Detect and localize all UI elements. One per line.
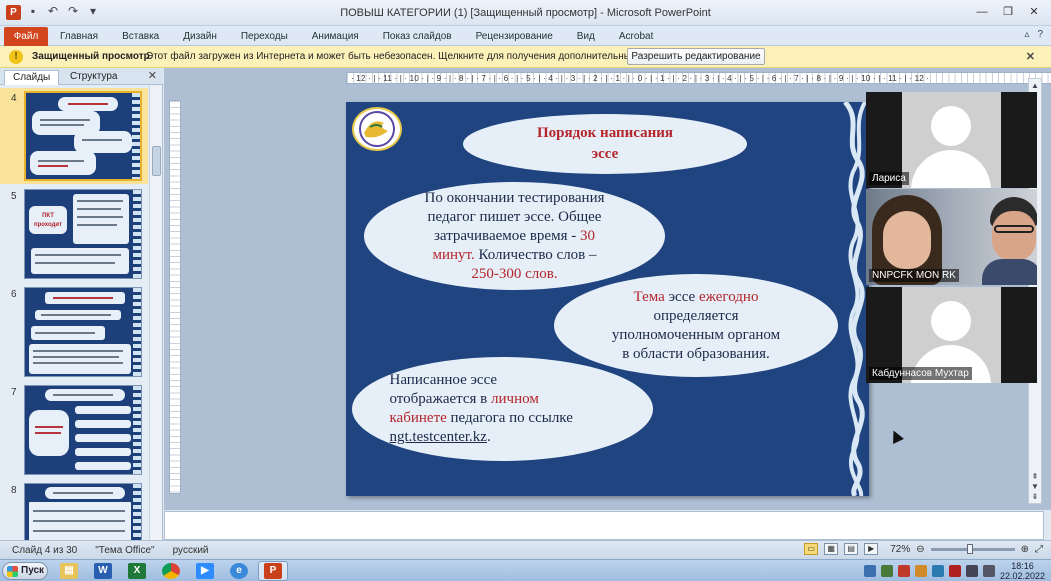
minimize-icon[interactable]: —: [971, 4, 993, 20]
protected-view-title: Защищенный просмотр: [32, 51, 150, 62]
slide-sorter-icon[interactable]: ▦: [824, 543, 839, 555]
security-icon[interactable]: [897, 565, 910, 577]
thumbnails-scrollbar[interactable]: [149, 86, 162, 540]
enable-editing-button[interactable]: Разрешить редактирование: [627, 48, 765, 65]
video-tile-kabdunnasov[interactable]: Кабдуннасов Мухтар: [866, 287, 1037, 383]
start-button[interactable]: Пуск: [2, 562, 48, 580]
close-icon[interactable]: ✕: [1026, 50, 1035, 63]
zoom-out-icon[interactable]: ⊖: [916, 544, 924, 555]
fit-to-window-icon[interactable]: ⤢: [1035, 544, 1043, 555]
essay-cabinet-ellipse: Написанное эссе отображается в личном ка…: [352, 357, 653, 461]
slide-thumbnails: 4 5 ПКТ проходит 6 7 8: [0, 86, 148, 540]
ornament-border: [841, 102, 869, 496]
theme-name[interactable]: "Тема Office": [95, 545, 154, 556]
language-indicator[interactable]: русский: [173, 545, 209, 556]
current-slide[interactable]: Порядок написания эссе По окончании тест…: [346, 102, 869, 496]
window-title: ПОВЫШ КАТЕГОРИИ (1) [Защищенный просмотр…: [340, 7, 711, 19]
slide-thumbnail-7[interactable]: 7: [0, 382, 148, 478]
video-tile-nnpcfk[interactable]: NNPCFK MON RK: [866, 189, 1037, 285]
zoom-slider[interactable]: [930, 543, 1015, 554]
tab-outline[interactable]: Структура: [62, 70, 118, 85]
title-bar: P ▪ ↶ ↷ ▾ ПОВЫШ КАТЕГОРИИ (1) [Защищенны…: [0, 0, 1051, 26]
shield-tray-icon[interactable]: [931, 565, 944, 577]
participant-name: NNPCFK MON RK: [869, 269, 959, 282]
normal-view-icon[interactable]: ▭: [804, 543, 819, 555]
vertical-ruler: [169, 100, 181, 494]
tab-review[interactable]: Рецензирование: [464, 29, 565, 44]
avatar-icon: [931, 301, 971, 341]
keyboard-icon[interactable]: [965, 565, 978, 577]
ribbon-tabs: Файл Главная Вставка Дизайн Переходы Ани…: [0, 26, 1051, 46]
chrome-icon[interactable]: [156, 561, 186, 581]
signal-icon[interactable]: [880, 565, 893, 577]
protected-view-bar: ! Защищенный просмотр Этот файл загружен…: [0, 46, 1051, 68]
tab-insert[interactable]: Вставка: [110, 29, 171, 44]
tab-slides[interactable]: Слайды: [4, 70, 59, 85]
slideshow-icon[interactable]: ▶: [864, 543, 879, 555]
status-bar: Слайд 4 из 30 "Тема Office" русский ▭ ▦ …: [0, 540, 1051, 559]
internet-explorer-icon[interactable]: e: [224, 561, 254, 581]
slides-panel: Слайды Структура ✕ 4 5 ПКТ проходит 6 7 …: [0, 68, 163, 540]
scroll-down-icon[interactable]: ▼: [1029, 482, 1041, 491]
avatar-icon: [931, 106, 971, 146]
slide-title: Порядок написания эссе: [463, 114, 747, 174]
slide-counter: Слайд 4 из 30: [12, 545, 78, 556]
previous-slide-icon[interactable]: ⇞: [1029, 472, 1041, 481]
network-icon[interactable]: [863, 565, 876, 577]
zoom-icon[interactable]: ▶: [190, 561, 220, 581]
volume-icon[interactable]: [982, 565, 995, 577]
tab-transitions[interactable]: Переходы: [229, 29, 300, 44]
organization-logo: [352, 107, 402, 151]
slide-thumbnail-8[interactable]: 8: [0, 480, 148, 540]
update-icon[interactable]: [914, 565, 927, 577]
close-panel-icon[interactable]: ✕: [148, 69, 157, 82]
participant-name: Лариса: [869, 172, 909, 185]
shield-icon: !: [9, 50, 23, 64]
excel-icon[interactable]: X: [122, 561, 152, 581]
video-tile-larisa[interactable]: Лариса: [866, 92, 1037, 188]
ribbon-collapse-icon[interactable]: ▵: [1024, 29, 1029, 40]
help-icon[interactable]: ?: [1037, 29, 1043, 40]
tab-home[interactable]: Главная: [48, 29, 110, 44]
window-controls: — ❐ ✕: [971, 4, 1045, 20]
slide-thumbnail-6[interactable]: 6: [0, 284, 148, 380]
pdf-tray-icon[interactable]: [948, 565, 961, 577]
tab-slideshow[interactable]: Показ слайдов: [371, 29, 464, 44]
windows-taskbar: Пуск ▤ W X ▶ e P 18:16 22.02.2022: [0, 559, 1051, 581]
notes-pane[interactable]: [164, 511, 1044, 540]
system-tray: 18:16 22.02.2022: [863, 561, 1045, 581]
slide-thumbnail-4[interactable]: 4: [0, 88, 148, 184]
tab-acrobat[interactable]: Acrobat: [607, 29, 665, 44]
zoom-in-icon[interactable]: ⊕: [1021, 544, 1029, 555]
tab-file[interactable]: Файл: [4, 27, 48, 46]
participant-name: Кабдуннасов Мухтар: [869, 367, 972, 380]
tab-design[interactable]: Дизайн: [171, 29, 229, 44]
slide-thumbnail-5[interactable]: 5 ПКТ проходит: [0, 186, 148, 282]
tab-view[interactable]: Вид: [565, 29, 607, 44]
testcenter-link[interactable]: ngt.testcenter.kz: [390, 429, 487, 445]
explorer-icon[interactable]: ▤: [54, 561, 84, 581]
essay-topic-ellipse: Тема эссе ежегодно определяется уполномо…: [554, 274, 838, 377]
essay-timing-ellipse: По окончании тестирования педагог пишет …: [364, 182, 665, 290]
tab-animation[interactable]: Анимация: [300, 29, 371, 44]
horizontal-ruler: · 12 · | · 11 · | · 10 · | · 9 · | · 8 ·…: [346, 72, 1051, 84]
word-icon[interactable]: W: [88, 561, 118, 581]
maximize-icon[interactable]: ❐: [997, 4, 1019, 20]
scroll-up-icon[interactable]: ▲: [1029, 81, 1041, 90]
zoom-level[interactable]: 72%: [890, 544, 910, 555]
reading-view-icon[interactable]: ▤: [844, 543, 859, 555]
next-slide-icon[interactable]: ⇟: [1029, 492, 1041, 501]
clock[interactable]: 18:16 22.02.2022: [1000, 561, 1045, 581]
powerpoint-taskbar-icon[interactable]: P: [258, 561, 288, 581]
protected-view-message[interactable]: Этот файл загружен из Интернета и может …: [146, 51, 685, 62]
close-icon[interactable]: ✕: [1023, 4, 1045, 20]
